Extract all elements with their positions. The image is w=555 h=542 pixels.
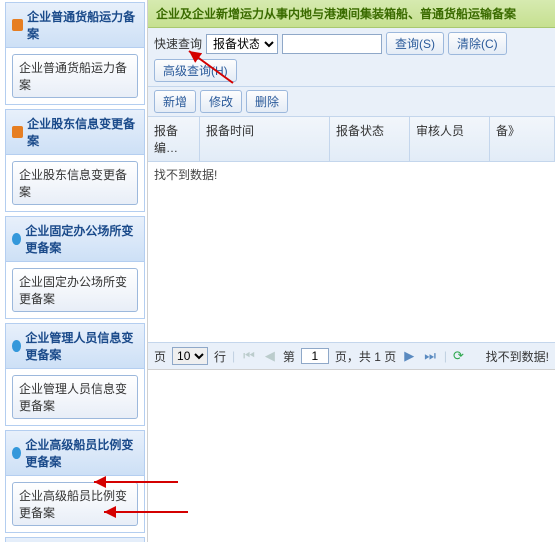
clear-button[interactable]: 清除(C)	[448, 32, 507, 55]
prev-page-icon[interactable]: ◀	[263, 348, 277, 364]
delete-button[interactable]: 删除	[246, 90, 288, 113]
sidebar-item[interactable]: 企业固定办公场所变更备案	[12, 268, 138, 312]
grid-header: 报备编… 报备时间 报备状态 审核人员 备》	[148, 117, 555, 162]
separator: |	[232, 349, 235, 363]
sidebar-panel: 企业普通货船运力备案企业普通货船运力备案	[5, 2, 145, 105]
sidebar-panel: 企业高级船员比例变更备案企业高级船员比例变更备案	[5, 430, 145, 533]
next-page-icon[interactable]: ▶	[402, 348, 416, 364]
sidebar-item[interactable]: 企业股东信息变更备案	[12, 161, 138, 205]
refresh-icon[interactable]: ⟳	[453, 348, 464, 364]
sidebar-item[interactable]: 企业高级船员比例变更备案	[12, 482, 138, 526]
page-post: 页，共 1 页	[335, 348, 396, 365]
sidebar: 企业普通货船运力备案企业普通货船运力备案企业股东信息变更备案企业股东信息变更备案…	[0, 0, 147, 542]
edit-button[interactable]: 修改	[200, 90, 242, 113]
panel-header[interactable]: 企业管理人员信息变更备案	[6, 324, 144, 369]
panel-title: 企业高级船员比例变更备案	[25, 436, 138, 470]
panel-body: 企业高级船员比例变更备案	[6, 476, 144, 532]
panel-header[interactable]: 企业高级船员比例变更备案	[6, 431, 144, 476]
panel-title: 企业股东信息变更备案	[27, 115, 138, 149]
advanced-search-button[interactable]: 高级查询(H)	[154, 59, 237, 82]
col-report-id: 报备编…	[148, 117, 200, 161]
search-input[interactable]	[282, 34, 382, 54]
panel-icon	[12, 126, 23, 138]
lower-blank-area	[148, 369, 555, 542]
paging-toolbar: 页 10 行 | ⏮ ◀ 第 页，共 1 页 ▶ ⏭ | ⟳ 找不到数据!	[148, 342, 555, 369]
panel-header[interactable]: 安全责任事故备案	[6, 538, 144, 542]
crud-toolbar: 新增 修改 删除	[148, 87, 555, 117]
search-toolbar: 快速查询 报备状态 查询(S) 清除(C) 高级查询(H)	[148, 28, 555, 87]
panel-body: 企业普通货船运力备案	[6, 48, 144, 104]
per-page-pre: 页	[154, 348, 166, 365]
col-remark: 备》	[490, 117, 555, 161]
first-page-icon[interactable]: ⏮	[241, 348, 257, 364]
page-pre: 第	[283, 348, 295, 365]
per-page-select[interactable]: 10	[172, 347, 208, 365]
status-select[interactable]: 报备状态	[206, 34, 278, 54]
panel-header[interactable]: 企业固定办公场所变更备案	[6, 217, 144, 262]
sidebar-panel: 企业固定办公场所变更备案企业固定办公场所变更备案	[5, 216, 145, 319]
col-reviewer: 审核人员	[410, 117, 490, 161]
last-page-icon[interactable]: ⏭	[422, 348, 438, 364]
page-input[interactable]	[301, 348, 329, 364]
panel-body: 企业固定办公场所变更备案	[6, 262, 144, 318]
main-area: 企业及企业新增运力从事内地与港澳间集装箱船、普通货船运输备案 快速查询 报备状态…	[147, 0, 555, 542]
sidebar-item[interactable]: 企业管理人员信息变更备案	[12, 375, 138, 419]
sidebar-item[interactable]: 企业普通货船运力备案	[12, 54, 138, 98]
panel-icon	[12, 447, 21, 459]
add-button[interactable]: 新增	[154, 90, 196, 113]
col-report-status: 报备状态	[330, 117, 410, 161]
paging-status: 找不到数据!	[486, 348, 549, 365]
panel-title: 企业普通货船运力备案	[27, 8, 138, 42]
panel-title: 企业固定办公场所变更备案	[25, 222, 138, 256]
separator: |	[444, 349, 447, 363]
panel-icon	[12, 340, 21, 352]
panel-title: 企业管理人员信息变更备案	[25, 329, 138, 363]
panel-icon	[12, 19, 23, 31]
panel-body: 企业管理人员信息变更备案	[6, 369, 144, 425]
panel-header[interactable]: 企业股东信息变更备案	[6, 110, 144, 155]
sidebar-panel: 企业管理人员信息变更备案企业管理人员信息变更备案	[5, 323, 145, 426]
panel-header[interactable]: 企业普通货船运力备案	[6, 3, 144, 48]
col-report-time: 报备时间	[200, 117, 330, 161]
search-button[interactable]: 查询(S)	[386, 32, 444, 55]
sidebar-panel: 企业股东信息变更备案企业股东信息变更备案	[5, 109, 145, 212]
panel-icon	[12, 233, 21, 245]
grid-body: 找不到数据!	[148, 162, 555, 342]
page-title: 企业及企业新增运力从事内地与港澳间集装箱船、普通货船运输备案	[148, 0, 555, 28]
per-page-post: 行	[214, 348, 226, 365]
sidebar-panel: 安全责任事故备案安全责任事故备案	[5, 537, 145, 542]
quick-search-label: 快速查询	[154, 35, 202, 52]
empty-text: 找不到数据!	[154, 168, 217, 182]
panel-body: 企业股东信息变更备案	[6, 155, 144, 211]
